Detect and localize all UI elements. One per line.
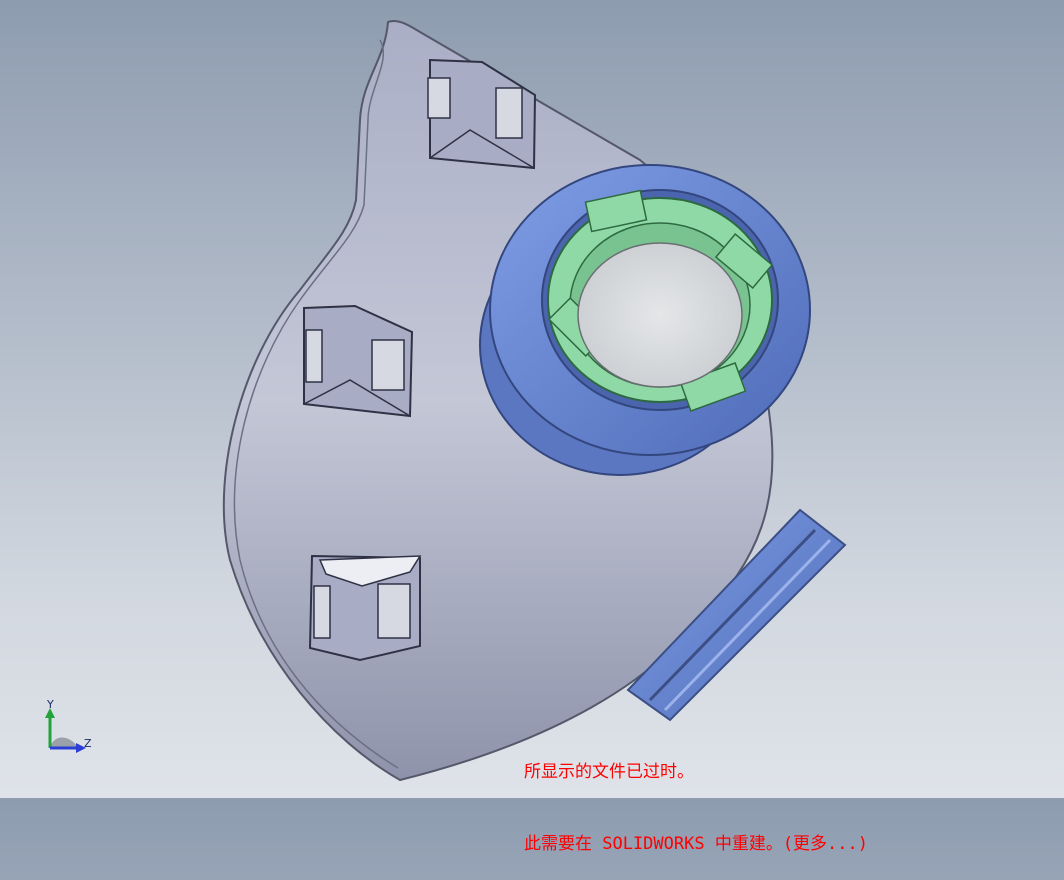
grey-plane: [50, 737, 78, 748]
notice-line-rebuild-more-link[interactable]: 此需要在 SOLIDWORKS 中重建。(更多...): [524, 832, 868, 856]
strap-clip-top[interactable]: [427, 58, 537, 170]
axis-triad: Y Z: [45, 700, 92, 753]
y-axis-label: Y: [46, 700, 54, 711]
strap-clip-bottom[interactable]: [308, 554, 422, 662]
notice-line-outdated: 所显示的文件已过时。: [524, 762, 694, 782]
z-axis-label: Z: [84, 737, 92, 750]
model-viewport[interactable]: [0, 0, 1064, 798]
filter-lens: [577, 242, 743, 388]
rebuild-notice[interactable]: 所显示的文件已过时。 此需要在 SOLIDWORKS 中重建。(更多...): [524, 712, 868, 880]
